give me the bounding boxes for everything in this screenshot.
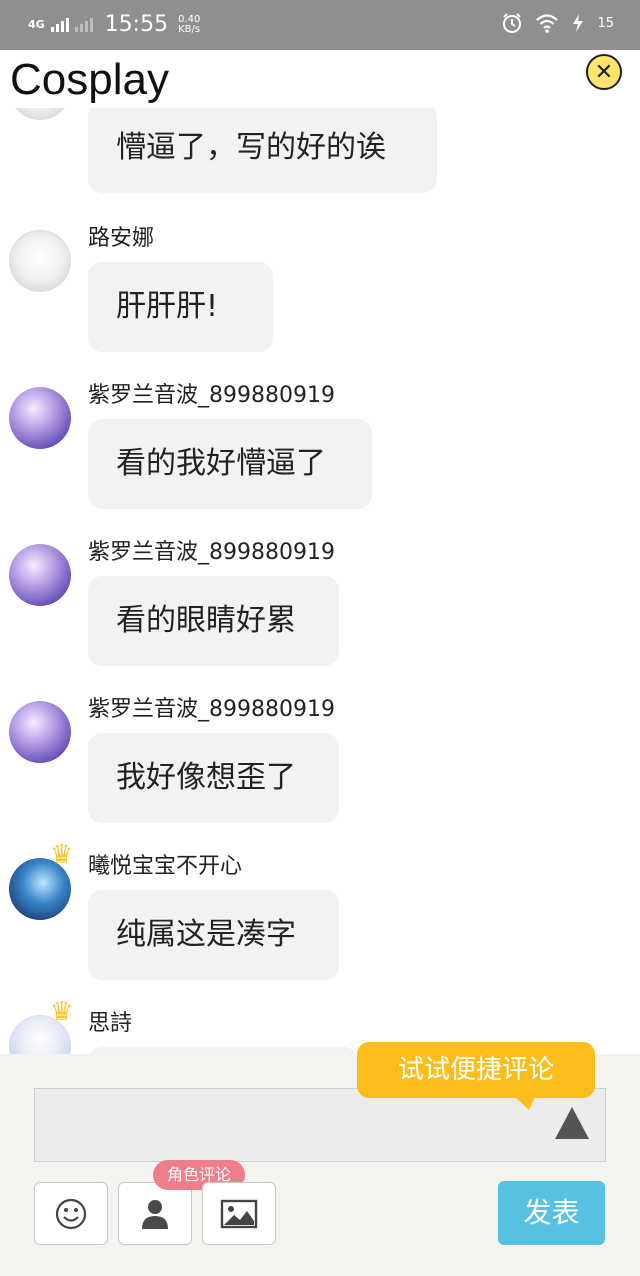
image-icon	[220, 1199, 258, 1228]
close-icon: ✕	[594, 59, 614, 85]
comment-bubble: 看的我好懵逼了	[88, 419, 372, 509]
avatar[interactable]	[9, 230, 71, 292]
comment-bubble: 我好像想歪了	[88, 733, 339, 823]
comment-username[interactable]: 思詩	[88, 1010, 132, 1038]
close-button[interactable]: ✕	[586, 54, 622, 90]
alarm-icon	[503, 13, 522, 33]
speed-unit: KB/s	[178, 23, 201, 35]
battery-level: 15	[597, 15, 614, 31]
comment-username[interactable]: 曦悦宝宝不开心	[88, 853, 242, 881]
avatar[interactable]	[9, 108, 71, 120]
avatar[interactable]	[9, 544, 71, 606]
comment-username[interactable]: 紫罗兰音波_899880919	[88, 539, 335, 567]
comment-composer: 试试便捷评论 角色评论 发表	[0, 1042, 640, 1276]
send-button[interactable]: 发表	[498, 1181, 605, 1245]
comment-bubble	[88, 1047, 358, 1054]
comment-username[interactable]: 路安娜	[88, 225, 154, 253]
signal-secondary-icon	[74, 17, 93, 32]
comment-bubble: 懵逼了，写的好的诶	[88, 108, 437, 193]
charging-icon	[573, 14, 584, 32]
status-time: 15:55	[104, 12, 169, 37]
emoji-icon	[55, 1198, 87, 1229]
status-bar: 4G 15:55 0.40 KB/s 15	[0, 0, 640, 50]
comment-list[interactable]: 懵逼了，写的好的诶 路安娜 肝肝肝! 紫罗兰音波_899880919 看的我好懵…	[0, 108, 640, 1054]
quick-comment-tip[interactable]: 试试便捷评论	[357, 1042, 595, 1110]
expand-arrow-icon[interactable]	[555, 1107, 589, 1139]
avatar[interactable]	[9, 701, 71, 763]
emoji-button[interactable]	[34, 1182, 108, 1245]
comment-username[interactable]: 紫罗兰音波_899880919	[88, 382, 335, 410]
comment-username[interactable]: 紫罗兰音波_899880919	[88, 696, 335, 724]
avatar[interactable]	[9, 387, 71, 449]
role-comment-button[interactable]	[118, 1182, 192, 1245]
crown-icon: ♛	[50, 840, 74, 870]
signal-icon	[50, 17, 69, 32]
page-title: Cosplay	[10, 55, 169, 104]
person-icon	[142, 1199, 168, 1229]
wifi-icon	[536, 14, 559, 33]
crown-icon: ♛	[50, 997, 74, 1027]
image-button[interactable]	[202, 1182, 276, 1245]
network-type: 4G	[28, 18, 45, 31]
comment-bubble: 肝肝肝!	[88, 262, 273, 352]
comment-bubble: 看的眼睛好累	[88, 576, 339, 666]
network-speed: 0.40 KB/s	[178, 14, 201, 35]
comment-bubble: 纯属这是凑字	[88, 890, 339, 980]
